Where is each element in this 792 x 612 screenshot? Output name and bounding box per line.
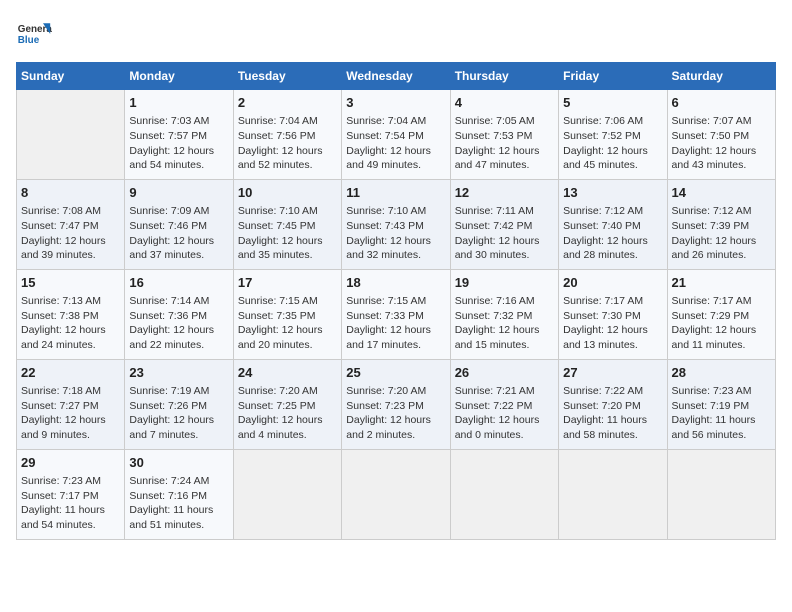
day-number: 12 bbox=[455, 184, 554, 202]
calendar-cell bbox=[17, 90, 125, 180]
calendar-cell: 9Sunrise: 7:09 AMSunset: 7:46 PMDaylight… bbox=[125, 179, 233, 269]
calendar-header-row: SundayMondayTuesdayWednesdayThursdayFrid… bbox=[17, 63, 776, 90]
calendar-cell bbox=[233, 449, 341, 539]
day-number: 30 bbox=[129, 454, 228, 472]
day-number: 24 bbox=[238, 364, 337, 382]
header-thursday: Thursday bbox=[450, 63, 558, 90]
day-number: 3 bbox=[346, 94, 445, 112]
calendar-cell: 22Sunrise: 7:18 AMSunset: 7:27 PMDayligh… bbox=[17, 359, 125, 449]
header-tuesday: Tuesday bbox=[233, 63, 341, 90]
header-wednesday: Wednesday bbox=[342, 63, 450, 90]
day-number: 29 bbox=[21, 454, 120, 472]
calendar-cell: 8Sunrise: 7:08 AMSunset: 7:47 PMDaylight… bbox=[17, 179, 125, 269]
calendar-cell: 26Sunrise: 7:21 AMSunset: 7:22 PMDayligh… bbox=[450, 359, 558, 449]
calendar-cell: 17Sunrise: 7:15 AMSunset: 7:35 PMDayligh… bbox=[233, 269, 341, 359]
calendar-cell: 20Sunrise: 7:17 AMSunset: 7:30 PMDayligh… bbox=[559, 269, 667, 359]
day-number: 27 bbox=[563, 364, 662, 382]
day-number: 18 bbox=[346, 274, 445, 292]
header-sunday: Sunday bbox=[17, 63, 125, 90]
calendar-cell: 11Sunrise: 7:10 AMSunset: 7:43 PMDayligh… bbox=[342, 179, 450, 269]
day-number: 11 bbox=[346, 184, 445, 202]
logo-icon: General Blue bbox=[16, 16, 52, 52]
calendar-week-row: 1Sunrise: 7:03 AMSunset: 7:57 PMDaylight… bbox=[17, 90, 776, 180]
calendar-cell: 13Sunrise: 7:12 AMSunset: 7:40 PMDayligh… bbox=[559, 179, 667, 269]
day-number: 26 bbox=[455, 364, 554, 382]
calendar-week-row: 15Sunrise: 7:13 AMSunset: 7:38 PMDayligh… bbox=[17, 269, 776, 359]
calendar-cell: 25Sunrise: 7:20 AMSunset: 7:23 PMDayligh… bbox=[342, 359, 450, 449]
calendar-cell: 19Sunrise: 7:16 AMSunset: 7:32 PMDayligh… bbox=[450, 269, 558, 359]
calendar-cell bbox=[342, 449, 450, 539]
calendar-cell bbox=[559, 449, 667, 539]
calendar-cell: 15Sunrise: 7:13 AMSunset: 7:38 PMDayligh… bbox=[17, 269, 125, 359]
calendar-cell: 4Sunrise: 7:05 AMSunset: 7:53 PMDaylight… bbox=[450, 90, 558, 180]
calendar-cell bbox=[450, 449, 558, 539]
calendar-week-row: 8Sunrise: 7:08 AMSunset: 7:47 PMDaylight… bbox=[17, 179, 776, 269]
calendar-table: SundayMondayTuesdayWednesdayThursdayFrid… bbox=[16, 62, 776, 540]
header-saturday: Saturday bbox=[667, 63, 775, 90]
day-number: 13 bbox=[563, 184, 662, 202]
day-number: 16 bbox=[129, 274, 228, 292]
day-number: 1 bbox=[129, 94, 228, 112]
calendar-cell: 28Sunrise: 7:23 AMSunset: 7:19 PMDayligh… bbox=[667, 359, 775, 449]
day-number: 14 bbox=[672, 184, 771, 202]
calendar-cell: 2Sunrise: 7:04 AMSunset: 7:56 PMDaylight… bbox=[233, 90, 341, 180]
day-number: 28 bbox=[672, 364, 771, 382]
calendar-cell: 18Sunrise: 7:15 AMSunset: 7:33 PMDayligh… bbox=[342, 269, 450, 359]
calendar-cell: 29Sunrise: 7:23 AMSunset: 7:17 PMDayligh… bbox=[17, 449, 125, 539]
calendar-cell: 14Sunrise: 7:12 AMSunset: 7:39 PMDayligh… bbox=[667, 179, 775, 269]
day-number: 4 bbox=[455, 94, 554, 112]
day-number: 23 bbox=[129, 364, 228, 382]
day-number: 25 bbox=[346, 364, 445, 382]
calendar-cell: 23Sunrise: 7:19 AMSunset: 7:26 PMDayligh… bbox=[125, 359, 233, 449]
calendar-cell: 16Sunrise: 7:14 AMSunset: 7:36 PMDayligh… bbox=[125, 269, 233, 359]
header-monday: Monday bbox=[125, 63, 233, 90]
calendar-cell: 12Sunrise: 7:11 AMSunset: 7:42 PMDayligh… bbox=[450, 179, 558, 269]
day-number: 15 bbox=[21, 274, 120, 292]
day-number: 17 bbox=[238, 274, 337, 292]
page-header: General Blue bbox=[16, 16, 776, 52]
calendar-cell: 21Sunrise: 7:17 AMSunset: 7:29 PMDayligh… bbox=[667, 269, 775, 359]
day-number: 9 bbox=[129, 184, 228, 202]
calendar-cell: 27Sunrise: 7:22 AMSunset: 7:20 PMDayligh… bbox=[559, 359, 667, 449]
header-friday: Friday bbox=[559, 63, 667, 90]
calendar-week-row: 22Sunrise: 7:18 AMSunset: 7:27 PMDayligh… bbox=[17, 359, 776, 449]
day-number: 6 bbox=[672, 94, 771, 112]
day-number: 20 bbox=[563, 274, 662, 292]
calendar-cell: 24Sunrise: 7:20 AMSunset: 7:25 PMDayligh… bbox=[233, 359, 341, 449]
calendar-cell bbox=[667, 449, 775, 539]
day-number: 10 bbox=[238, 184, 337, 202]
day-number: 8 bbox=[21, 184, 120, 202]
day-number: 22 bbox=[21, 364, 120, 382]
day-number: 21 bbox=[672, 274, 771, 292]
day-number: 2 bbox=[238, 94, 337, 112]
calendar-week-row: 29Sunrise: 7:23 AMSunset: 7:17 PMDayligh… bbox=[17, 449, 776, 539]
day-number: 5 bbox=[563, 94, 662, 112]
logo: General Blue bbox=[16, 16, 52, 52]
calendar-cell: 30Sunrise: 7:24 AMSunset: 7:16 PMDayligh… bbox=[125, 449, 233, 539]
calendar-cell: 5Sunrise: 7:06 AMSunset: 7:52 PMDaylight… bbox=[559, 90, 667, 180]
svg-text:Blue: Blue bbox=[18, 35, 40, 46]
calendar-cell: 1Sunrise: 7:03 AMSunset: 7:57 PMDaylight… bbox=[125, 90, 233, 180]
day-number: 19 bbox=[455, 274, 554, 292]
calendar-cell: 10Sunrise: 7:10 AMSunset: 7:45 PMDayligh… bbox=[233, 179, 341, 269]
calendar-cell: 6Sunrise: 7:07 AMSunset: 7:50 PMDaylight… bbox=[667, 90, 775, 180]
calendar-cell: 3Sunrise: 7:04 AMSunset: 7:54 PMDaylight… bbox=[342, 90, 450, 180]
